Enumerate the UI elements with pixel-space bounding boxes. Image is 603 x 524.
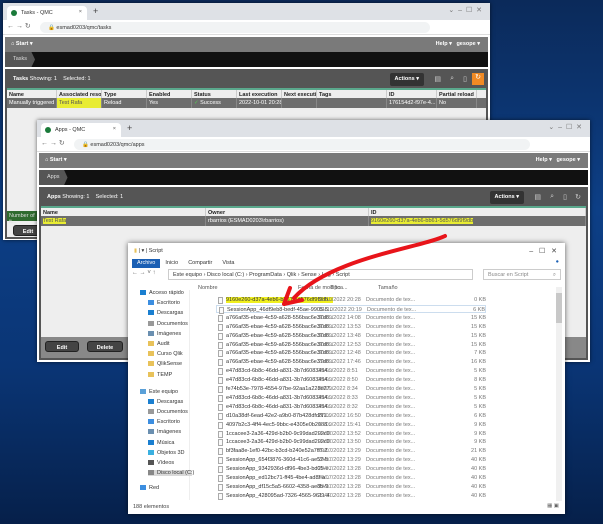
arrow-stroke: [292, 234, 447, 300]
red-annotation-arrow: [282, 234, 447, 306]
